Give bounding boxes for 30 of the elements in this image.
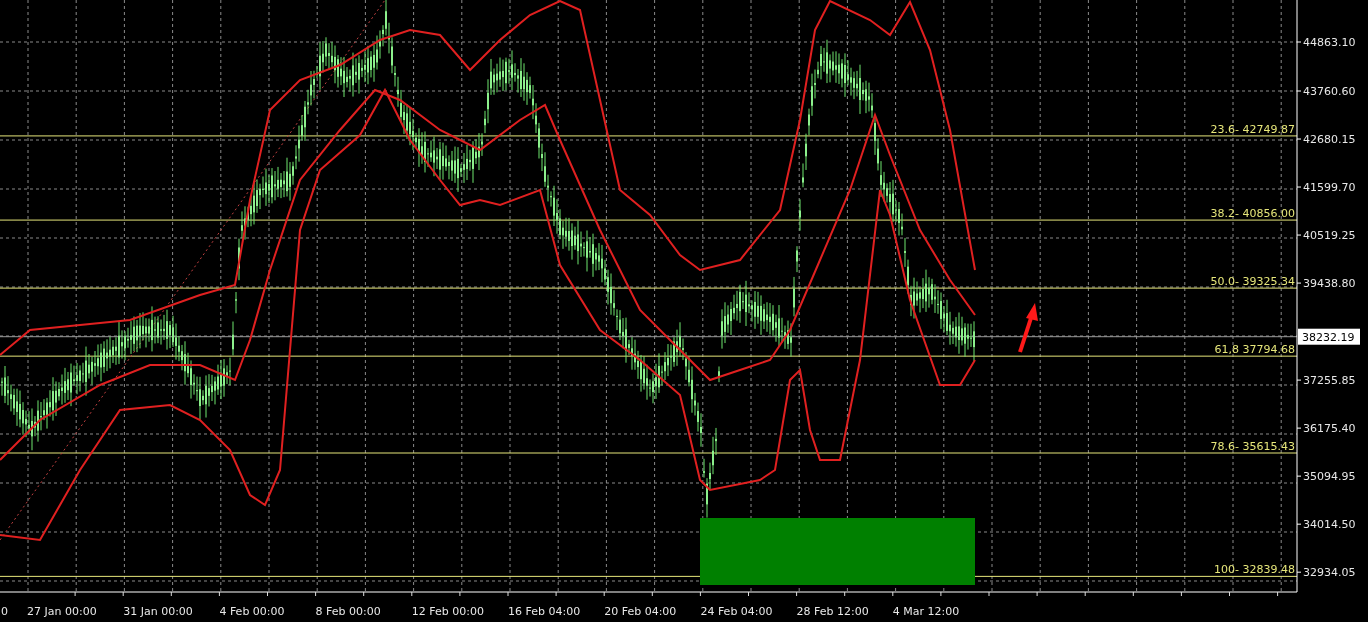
fibonacci-level-label: 100- 32839.48 — [1214, 563, 1295, 577]
time-axis-label: 4 Feb 00:00 — [219, 605, 285, 618]
price-axis-label: 34014.50 — [1303, 518, 1356, 532]
price-axis-label: 35094.95 — [1303, 470, 1356, 484]
price-axis-label: 39438.80 — [1303, 277, 1356, 291]
time-axis-label: 28 Feb 12:00 — [796, 605, 869, 618]
price-axis-label: 43760.60 — [1303, 85, 1356, 98]
time-axis-label: 20 Feb 04:00 — [604, 605, 677, 618]
price-axis-label: 44863.10 — [1303, 36, 1356, 49]
time-axis-label: 24 Feb 04:00 — [700, 605, 773, 618]
time-axis-label: 8 Feb 00:00 — [315, 605, 381, 618]
time-axis-label: 27 Jan 00:00 — [27, 605, 97, 618]
time-axis-label: 16 Feb 04:00 — [508, 605, 581, 618]
price-axis-label: 37255.85 — [1303, 374, 1356, 388]
fibonacci-level-label: 23.6- 42749.87 — [1210, 122, 1295, 136]
fibonacci-level-label: 61,8 37794.68 — [1214, 343, 1295, 357]
price-axis-label: 32934.05 — [1303, 566, 1356, 580]
price-axis-label: 36175.40 — [1303, 422, 1356, 436]
arrow-icon — [1018, 303, 1038, 353]
price-axis-label: 42680.15 — [1303, 133, 1356, 146]
fibonacci-level-label: 38.2- 40856.00 — [1210, 207, 1295, 221]
fibonacci-level-label: 50.0- 39325.34 — [1210, 275, 1295, 289]
time-axis-label: 31 Jan 00:00 — [123, 605, 193, 618]
time-axis-label: 0 — [1, 605, 8, 618]
time-axis-label: 4 Mar 12:00 — [892, 605, 960, 618]
price-axis-label: 40519.25 — [1303, 229, 1356, 243]
price-axis-label: 41599.70 — [1303, 181, 1356, 195]
fibonacci-level-label: 78.6- 35615.43 — [1210, 440, 1295, 453]
time-axis-label: 12 Feb 00:00 — [411, 605, 484, 618]
current-price-label: 38232.19 — [1298, 328, 1360, 345]
